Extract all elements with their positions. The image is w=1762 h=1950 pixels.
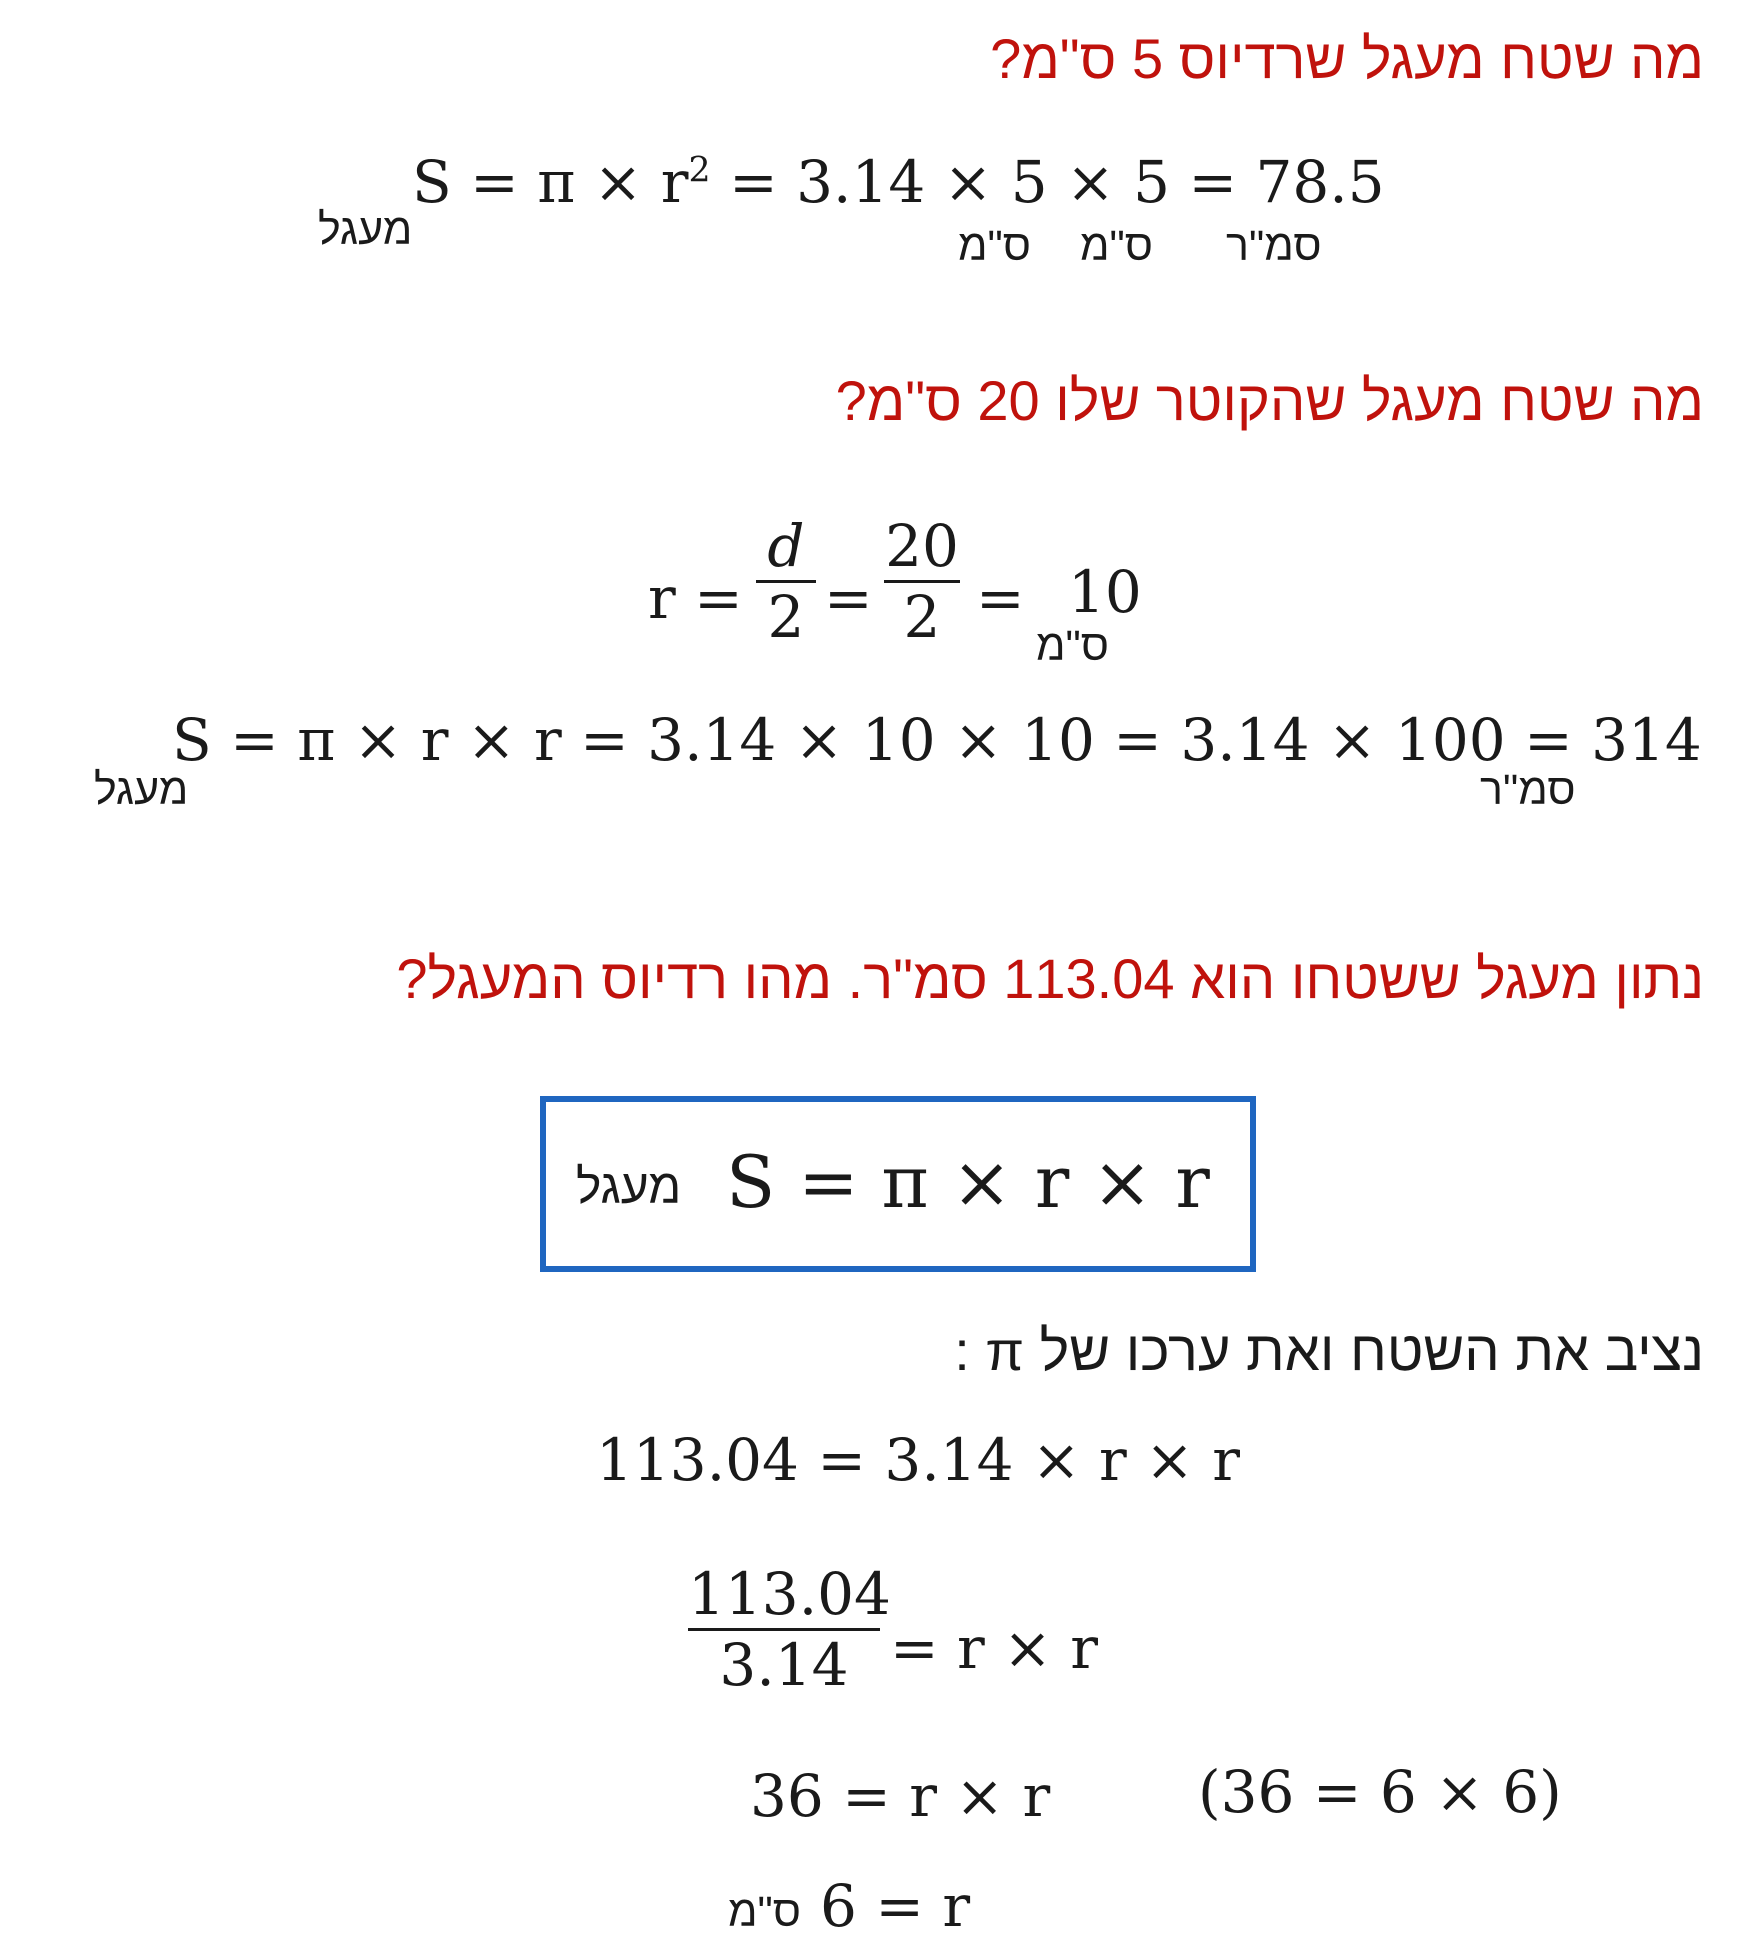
q1-unit-cm-2: ס"מ <box>1080 222 1154 270</box>
q2-frac1-numerator: d <box>767 512 805 580</box>
q3-step-2-rhs: = r × r <box>890 1614 1098 1682</box>
q3-fraction: 113.04 3.14 <box>688 1560 891 1699</box>
q3-final-answer: 6 = r <box>820 1872 971 1940</box>
q3-frac-denominator: 3.14 <box>719 1631 849 1699</box>
area-formula-box: מעגל S = π × r × r <box>540 1096 1256 1272</box>
q2-frac2-numerator: 20 <box>885 512 959 580</box>
q2-equals-1: = <box>824 564 873 632</box>
substitution-instruction: נציב את השטח ואת ערכו של π : <box>954 1319 1704 1382</box>
box-area-formula: S = π × r × r <box>726 1140 1210 1224</box>
q2-area-formula: S = π × r × r = 3.14 × 10 × 10 = 3.14 × … <box>172 706 1702 774</box>
q3-step-3-note: (36 = 6 × 6) <box>1198 1758 1562 1826</box>
question-1-title: מה שטח מעגל שרדיוס 5 ס"מ? <box>990 27 1704 90</box>
question-3-title: נתון מעגל ששטחו הוא 113.04 סמ"ר. מהו רדי… <box>396 947 1704 1010</box>
q2-circle-subscript: מעגל <box>94 766 189 814</box>
q2-unit-sqcm: סמ"ר <box>1480 766 1576 814</box>
q1-unit-sqcm: סמ"ר <box>1226 222 1322 270</box>
q2-unit-cm: ס"מ <box>1036 622 1110 670</box>
question-2-title: מה שטח מעגל שהקוטר שלו 20 ס"מ? <box>835 369 1704 432</box>
q2-fraction-d-over-2: d 2 <box>756 512 816 651</box>
q2-radius-result: 10 <box>1068 558 1142 626</box>
q1-circle-subscript: מעגל <box>318 206 413 254</box>
box-circle-subscript: מעגל <box>576 1161 682 1214</box>
q2-frac1-denominator: 2 <box>767 583 805 651</box>
q2-r-label: r = <box>648 564 743 632</box>
q2-frac2-denominator: 2 <box>903 583 941 651</box>
q2-equals-2: = <box>976 564 1025 632</box>
q1-formula: S = π × r2 = 3.14 × 5 × 5 = 78.5 <box>412 148 1385 216</box>
q3-final-unit: ס"מ <box>728 1888 802 1936</box>
q1-formula-right: = 3.14 × 5 × 5 = 78.5 <box>710 148 1385 216</box>
q3-frac-numerator: 113.04 <box>688 1560 891 1628</box>
q3-step-1: 113.04 = 3.14 × r × r <box>596 1426 1240 1494</box>
q3-step-3: 36 = r × r <box>750 1762 1051 1830</box>
q1-exponent: 2 <box>688 150 711 191</box>
q1-formula-left: S = π × r <box>412 148 689 216</box>
q1-unit-cm-1: ס"מ <box>958 222 1032 270</box>
q2-fraction-20-over-2: 20 2 <box>884 512 960 651</box>
